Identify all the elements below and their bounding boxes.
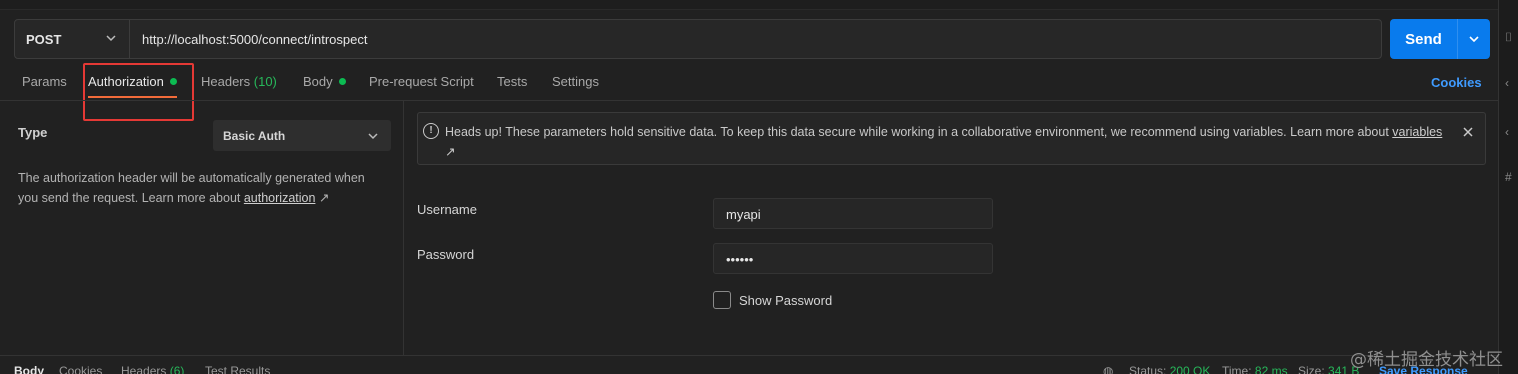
external-link-icon: ↗ bbox=[318, 191, 330, 205]
watermark: @稀土掘金技术社区 bbox=[1350, 350, 1503, 370]
chevron-down-icon bbox=[1469, 36, 1479, 43]
type-label: Type bbox=[18, 125, 48, 140]
send-button[interactable]: Send bbox=[1390, 19, 1490, 59]
method-label: POST bbox=[26, 31, 62, 47]
comment-icon[interactable]: ‹ bbox=[1505, 76, 1509, 90]
globe-icon[interactable]: ◍ bbox=[1103, 364, 1113, 374]
status-dot-icon bbox=[338, 78, 346, 85]
send-options-button[interactable] bbox=[1458, 33, 1490, 45]
response-tab-body[interactable]: Body bbox=[14, 364, 44, 374]
close-icon[interactable] bbox=[1461, 125, 1475, 139]
username-label: Username bbox=[417, 202, 477, 217]
response-tab-test-results[interactable]: Test Results bbox=[205, 364, 270, 374]
auth-type-pane: Type Basic Auth The authorization header… bbox=[0, 101, 404, 355]
method-select[interactable]: POST bbox=[15, 20, 130, 58]
tab-pre-request-script[interactable]: Pre-request Script bbox=[369, 74, 474, 89]
tab-body[interactable]: Body bbox=[303, 74, 346, 89]
tab-tests[interactable]: Tests bbox=[497, 74, 527, 89]
cookies-link[interactable]: Cookies bbox=[1431, 75, 1482, 90]
authorization-link[interactable]: authorization bbox=[244, 191, 316, 205]
username-field[interactable]: myapi bbox=[713, 198, 993, 229]
chevron-down-icon bbox=[106, 35, 116, 42]
headers-count: (10) bbox=[253, 74, 277, 89]
variables-link[interactable]: variables bbox=[1392, 125, 1442, 139]
alert-message: Heads up! These parameters hold sensitiv… bbox=[445, 125, 1443, 159]
response-tab-headers[interactable]: Headers (6) bbox=[121, 364, 184, 374]
right-rail: ⌷ ‹ ‹ # bbox=[1498, 0, 1518, 374]
send-label: Send bbox=[1405, 30, 1442, 48]
info-icon: ! bbox=[423, 123, 439, 139]
auth-type-value: Basic Auth bbox=[223, 129, 286, 143]
top-strip bbox=[0, 0, 1498, 10]
chevron-down-icon bbox=[368, 133, 378, 140]
auth-description: The authorization header will be automat… bbox=[18, 171, 365, 205]
response-time: Time: 82 ms bbox=[1222, 364, 1288, 374]
related-icon[interactable]: # bbox=[1505, 170, 1512, 184]
sensitive-data-alert: ! Heads up! These parameters hold sensit… bbox=[417, 112, 1486, 165]
auth-type-select[interactable]: Basic Auth bbox=[213, 120, 391, 151]
show-password-checkbox[interactable] bbox=[713, 291, 731, 309]
code-icon[interactable]: ⌷ bbox=[1505, 30, 1512, 45]
external-link-icon: ↗ bbox=[445, 145, 456, 159]
request-url-bar: POST http://localhost:5000/connect/intro… bbox=[14, 19, 1382, 59]
show-password-label[interactable]: Show Password bbox=[739, 293, 832, 308]
info-icon[interactable]: ‹ bbox=[1505, 125, 1509, 139]
response-status: Status: 200 OK bbox=[1129, 364, 1211, 374]
tab-settings[interactable]: Settings bbox=[552, 74, 599, 89]
password-label: Password bbox=[417, 247, 475, 262]
password-field[interactable]: •••••• bbox=[713, 243, 993, 274]
tab-params[interactable]: Params bbox=[22, 74, 67, 89]
tab-headers[interactable]: Headers (10) bbox=[201, 74, 277, 89]
response-tab-cookies[interactable]: Cookies bbox=[59, 364, 102, 374]
url-input[interactable]: http://localhost:5000/connect/introspect bbox=[130, 32, 367, 47]
